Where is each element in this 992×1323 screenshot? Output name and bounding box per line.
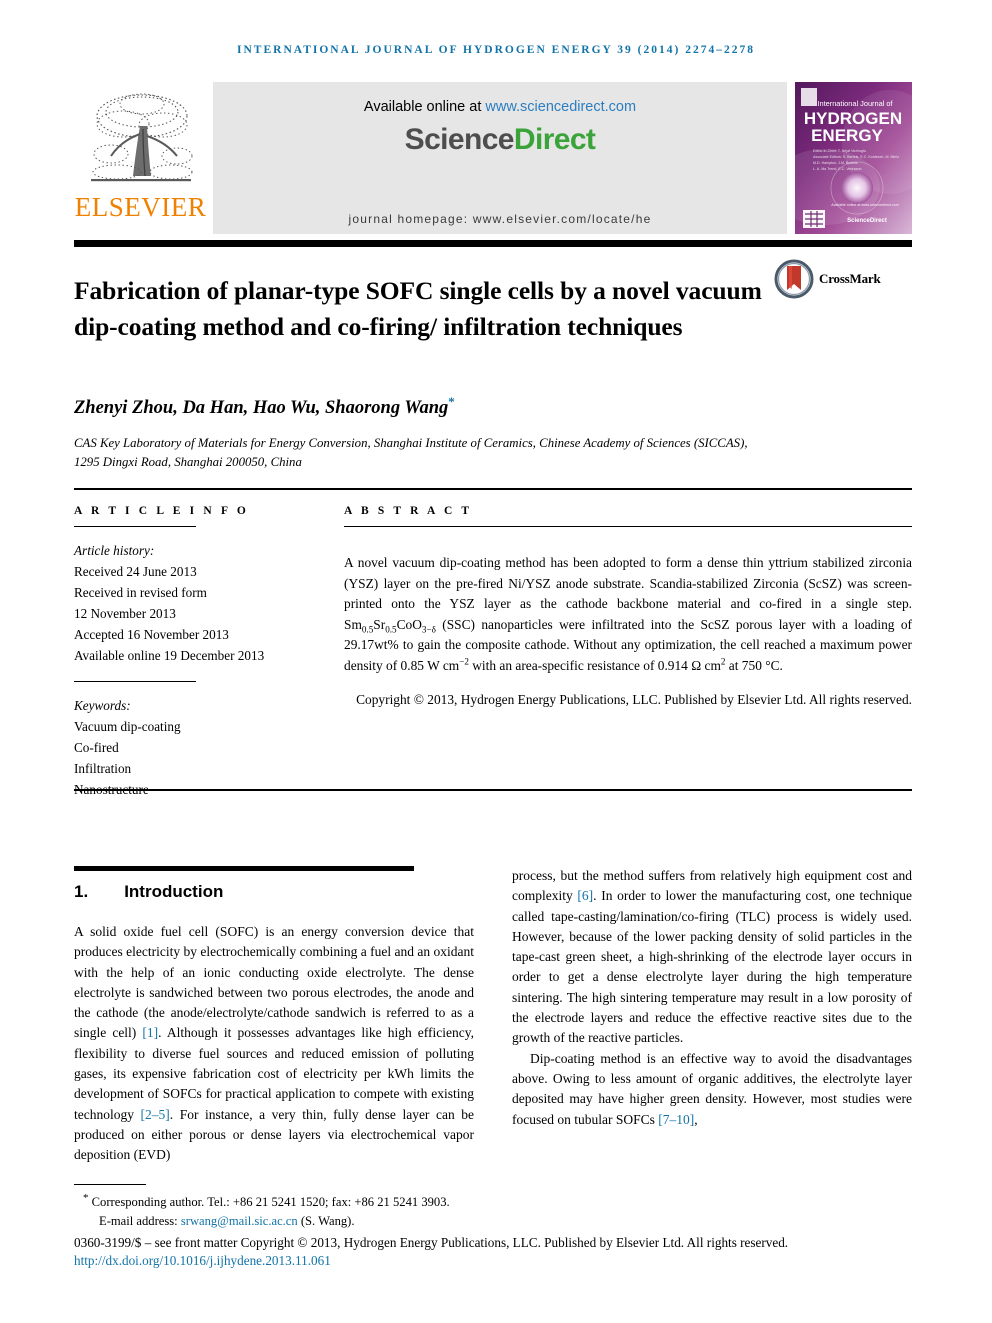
history-item: 12 November 2013 [74,606,176,621]
available-online-line: Available online at www.sciencedirect.co… [364,99,636,115]
article-info-column: A R T I C L E I N F O Article history: R… [74,505,314,800]
email-owner: (S. Wang). [297,1213,355,1228]
journal-homepage-line: journal homepage: www.elsevier.com/locat… [348,212,652,226]
citation-link[interactable]: [1] [142,1025,158,1040]
email-note: E-mail address: srwang@mail.sic.ac.cn (S… [74,1212,912,1231]
email-label: E-mail address: [99,1213,181,1228]
abstract-copyright: Copyright © 2013, Hydrogen Energy Public… [356,691,912,707]
body-paragraph: process, but the method suffers from rel… [512,868,912,1046]
svg-text:Editor-in-Chief: T. Nejat Vez: Editor-in-Chief: T. Nejat Veziroglu [813,149,866,153]
introduction-rule [74,866,414,871]
body-paragraph: A solid oxide fuel cell (SOFC) is an ene… [74,924,474,1163]
svg-text:International Journal of: International Journal of [817,99,893,108]
info-abstract-columns: A R T I C L E I N F O Article history: R… [74,505,912,800]
svg-text:L. A. Ma Trend, E.C. Vedrazon: L. A. Ma Trend, E.C. Vedrazon [813,167,862,171]
footnote-star: * [83,1192,89,1204]
corresponding-author-note: * Corresponding author. Tel.: +86 21 524… [74,1189,912,1212]
corresponding-author-marker: * [448,393,455,409]
sciencedirect-logo-science: Science [404,123,515,156]
citation-link[interactable]: [7–10] [658,1112,694,1127]
crossmark-icon [774,259,814,299]
page-title: Fabrication of planar-type SOFC single c… [74,276,762,342]
svg-text:ENERGY: ENERGY [811,126,883,145]
abstract-column: A B S T R A C T A novel vacuum dip-coati… [314,505,912,800]
sciencedirect-url-link[interactable]: www.sciencedirect.com [485,99,636,115]
section-number: 1. [74,882,89,901]
history-item: Received in revised form [74,585,207,600]
author-list: Zhenyi Zhou, Da Han, Hao Wu, Shaorong Wa… [74,395,834,419]
body-column-right: process, but the method suffers from rel… [512,866,912,1166]
body-columns: 1. Introduction A solid oxide fuel cell … [74,866,912,1166]
doi-link[interactable]: http://dx.doi.org/10.1016/j.ijhydene.201… [74,1253,912,1269]
doi-url[interactable]: http://dx.doi.org/10.1016/j.ijhydene.201… [74,1253,331,1268]
article-info-heading: A R T I C L E I N F O [74,505,249,517]
body-paragraph: Dip-coating method is an effective way t… [512,1050,912,1127]
crossmark-badge[interactable]: CrossMark [774,259,896,299]
footnote-rule [74,1184,146,1185]
running-head: INTERNATIONAL JOURNAL OF HYDROGEN ENERGY… [237,44,755,56]
elsevier-tree-icon [90,93,192,182]
abstract-bottom-rule [74,789,912,792]
svg-text:ScienceDirect: ScienceDirect [847,218,887,224]
sciencedirect-logo-direct: Direct [513,123,596,156]
keywords-label: Keywords: [74,698,131,713]
history-item: Received 24 June 2013 [74,564,197,579]
crossmark-label: CrossMark [819,271,881,286]
page-footer: * Corresponding author. Tel.: +86 21 524… [74,1184,912,1269]
keywords-divider [74,681,196,682]
citation-link[interactable]: [6] [577,888,593,903]
journal-masthead: ELSEVIER Available online at www.science… [74,82,912,234]
abstract-heading: A B S T R A C T [344,505,473,517]
article-page: INTERNATIONAL JOURNAL OF HYDROGEN ENERGY… [0,0,992,1323]
corresponding-author-text: Corresponding author. Tel.: +86 21 5241 … [91,1195,450,1210]
title-block: Fabrication of planar-type SOFC single c… [74,256,912,362]
keyword-item: Vacuum dip-coating [74,719,181,734]
history-item: Accepted 16 November 2013 [74,627,229,642]
available-online-text: Available online at [363,99,486,115]
history-item: Available online 19 December 2013 [74,648,265,663]
affiliation: CAS Key Laboratory of Materials for Ener… [74,436,748,469]
section-name: Introduction [124,882,224,901]
article-history-label: Article history: [74,543,155,558]
svg-text:Associate Editors: S. Bartels: Associate Editors: S. Bartels, E.C. Kord… [813,155,899,159]
keywords-block: Keywords: Vacuum dip-coating Co-fired In… [74,695,292,800]
abstract-text: A novel vacuum dip-coating method has be… [344,555,912,673]
svg-text:Available online at www.scienc: Available online at www.sciencedirect.co… [831,203,898,207]
masthead-divider [74,240,912,247]
journal-cover-image: International Journal of HYDROGEN ENERGY… [795,82,912,234]
elsevier-logo-block: ELSEVIER [74,82,207,234]
keyword-item: Co-fired [74,740,119,755]
elsevier-wordmark: ELSEVIER [74,192,207,222]
info-section-top-rule [74,488,912,491]
citation-link[interactable]: [2–5] [141,1107,170,1122]
journal-cover-thumbnail: International Journal of HYDROGEN ENERGY… [795,82,912,234]
section-heading-introduction: 1. Introduction [74,882,474,902]
sciencedirect-banner: Available online at www.sciencedirect.co… [213,82,787,234]
email-link[interactable]: srwang@mail.sic.ac.cn [181,1214,298,1228]
sciencedirect-logo: ScienceDirect [405,123,596,157]
keyword-item: Infiltration [74,761,132,776]
article-history: Article history: Received 24 June 2013 R… [74,540,292,666]
issn-copyright-line: 0360-3199/$ – see front matter Copyright… [74,1235,789,1251]
author-names: Zhenyi Zhou, Da Han, Hao Wu, Shaorong Wa… [74,398,449,418]
body-column-left: 1. Introduction A solid oxide fuel cell … [74,866,474,1166]
